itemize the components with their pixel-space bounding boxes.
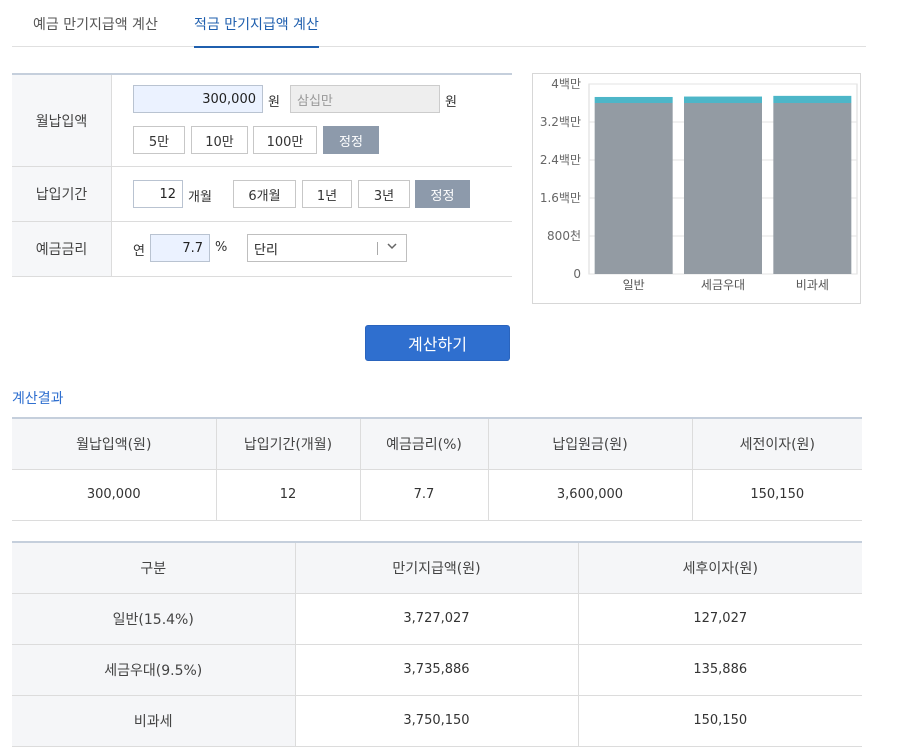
add-100k-button[interactable]: 10만 [191, 126, 248, 154]
detail-header-maturity: 만기지급액(원) [295, 542, 579, 594]
detail-type: 세금우대(9.5%) [12, 644, 296, 696]
summary-period: 12 [216, 469, 361, 521]
y-tick-label: 2.4백만 [540, 153, 581, 167]
monthly-payment-unit: 원 [268, 95, 280, 110]
result-chart: 0 800천 1.6백만 2.4백만 3.2백만 4백만일반 세금우대 비과세 [532, 73, 861, 304]
summary-header-interest: 세전이자(원) [692, 418, 862, 470]
interest-type-select[interactable]: 단리 [247, 234, 407, 262]
y-tick-label: 4백만 [551, 77, 581, 91]
bar-segment [594, 103, 673, 274]
table-row: 비과세 3,750,150 150,150 [12, 695, 862, 747]
monthly-correct-button[interactable]: 정정 [323, 126, 379, 154]
detail-maturity: 3,750,150 [295, 695, 579, 747]
period-correct-button[interactable]: 정정 [415, 180, 470, 208]
label-period: 납입기간 [12, 167, 112, 221]
y-tick-label: 0 [573, 267, 581, 281]
detail-after-tax: 135,886 [578, 644, 862, 696]
chevron-down-icon [386, 240, 398, 255]
period-6m-button[interactable]: 6개월 [233, 180, 296, 208]
bar-segment [684, 103, 762, 274]
add-1m-button[interactable]: 100만 [253, 126, 317, 154]
label-rate: 예금금리 [12, 222, 112, 276]
table-row: 300,000 12 7.7 3,600,000 150,150 [12, 469, 862, 521]
summary-header-monthly: 월납입액(원) [12, 418, 217, 470]
x-tick-label: 세금우대 [701, 278, 745, 292]
summary-header-rate: 예금금리(%) [360, 418, 489, 470]
y-tick-label: 1.6백만 [540, 191, 581, 205]
monthly-payment-korean [290, 85, 440, 113]
summary-header-period: 납입기간(개월) [216, 418, 361, 470]
detail-maturity: 3,735,886 [295, 644, 579, 696]
summary-rate: 7.7 [360, 469, 489, 521]
result-title: 계산결과 [12, 391, 64, 407]
y-tick-label: 3.2백만 [540, 115, 581, 129]
detail-after-tax: 150,150 [578, 695, 862, 747]
period-unit: 개월 [188, 190, 212, 205]
detail-after-tax: 127,027 [578, 593, 862, 645]
result-detail-table: 구분 만기지급액(원) 세후이자(원) 일반(15.4%) 3,727,027 … [12, 541, 862, 747]
summary-interest: 150,150 [692, 469, 862, 521]
tab-installment[interactable]: 적금 만기지급액 계산 [194, 14, 319, 48]
detail-type: 비과세 [12, 695, 296, 747]
result-summary-table: 월납입액(원) 납입기간(개월) 예금금리(%) 납입원금(원) 세전이자(원)… [12, 417, 862, 521]
row-period: 납입기간 개월 6개월 1년 3년 정정 [12, 167, 512, 222]
detail-type: 일반(15.4%) [12, 593, 296, 645]
summary-monthly: 300,000 [12, 469, 217, 521]
rate-prefix: 연 [133, 244, 145, 259]
summary-header-row: 월납입액(원) 납입기간(개월) 예금금리(%) 납입원금(원) 세전이자(원) [12, 418, 862, 470]
table-row: 세금우대(9.5%) 3,735,886 135,886 [12, 644, 862, 696]
table-row: 일반(15.4%) 3,727,027 127,027 [12, 593, 862, 645]
bar-chart: 0 800천 1.6백만 2.4백만 3.2백만 4백만일반 세금우대 비과세 [540, 77, 858, 292]
rate-input[interactable] [150, 234, 210, 262]
period-3y-button[interactable]: 3년 [358, 180, 410, 208]
period-1y-button[interactable]: 1년 [302, 180, 352, 208]
bar-segment [684, 96, 762, 103]
bar-segment [594, 96, 673, 103]
row-monthly-payment: 월납입액 원 원 5만 10만 100만 정정 [12, 75, 512, 167]
tab-deposit[interactable]: 예금 만기지급액 계산 [33, 14, 158, 46]
bar-segment [773, 95, 852, 103]
summary-principal: 3,600,000 [488, 469, 693, 521]
input-form: 월납입액 원 원 5만 10만 100만 정정 납입기간 개월 6개월 1년 3… [12, 73, 512, 277]
label-monthly-payment: 월납입액 [12, 75, 112, 166]
detail-header-type: 구분 [12, 542, 296, 594]
interest-type-value: 단리 [254, 242, 278, 258]
y-tick-label: 800천 [547, 228, 581, 243]
monthly-payment-korean-unit: 원 [445, 95, 457, 110]
bar-segment [773, 103, 852, 274]
detail-header-after-tax: 세후이자(원) [578, 542, 862, 594]
add-50k-button[interactable]: 5만 [133, 126, 185, 154]
tab-bar: 예금 만기지급액 계산 적금 만기지급액 계산 [12, 0, 866, 48]
x-tick-label: 비과세 [796, 278, 829, 292]
period-input[interactable] [133, 180, 183, 208]
detail-header-row: 구분 만기지급액(원) 세후이자(원) [12, 542, 862, 594]
summary-header-principal: 납입원금(원) [488, 418, 693, 470]
x-tick-label: 일반 [623, 278, 645, 292]
rate-unit: % [215, 240, 228, 255]
monthly-payment-input[interactable] [133, 85, 263, 113]
calculate-button[interactable]: 계산하기 [365, 325, 510, 361]
detail-maturity: 3,727,027 [295, 593, 579, 645]
row-rate: 예금금리 연 % 단리 [12, 222, 512, 277]
